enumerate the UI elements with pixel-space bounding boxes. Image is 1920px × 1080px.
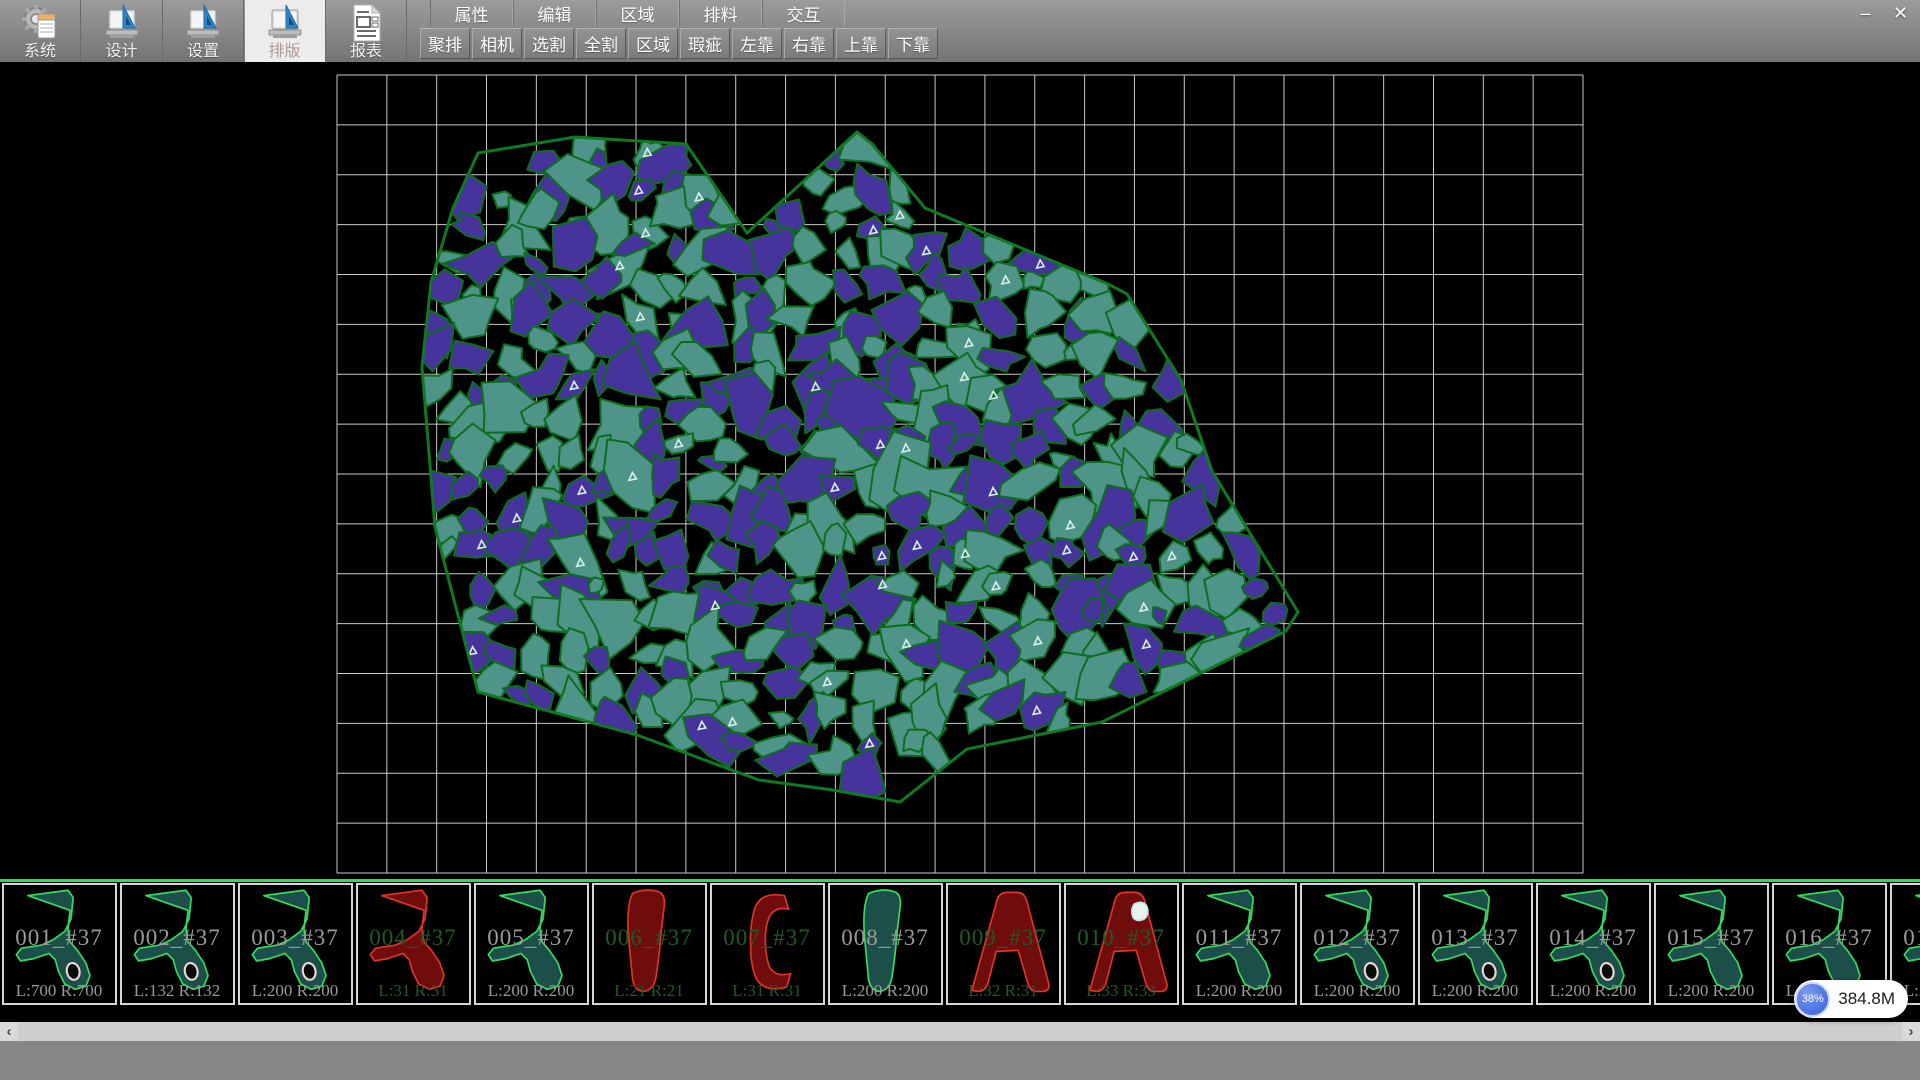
close-button[interactable]: ✕	[1883, 0, 1918, 26]
nested-pieces	[407, 112, 1289, 808]
thumbnail-piece[interactable]: 012_#37 L:200 R:200	[1300, 883, 1415, 1005]
piece-id-label: 004_#37	[358, 925, 469, 951]
canvas-svg	[0, 62, 1920, 879]
piece-id-label: 014_#37	[1538, 925, 1649, 951]
piece-id-label: 013_#37	[1420, 925, 1531, 951]
piece-lr-label: L:200 R:200	[476, 981, 587, 1001]
thumbnail-piece[interactable]: 013_#37 L:200 R:200	[1418, 883, 1533, 1005]
toolbar: 系统设计设置排版报表 属性编辑区域排料交互 聚排相机选割全割区域瑕疵左靠右靠上靠…	[0, 0, 1920, 62]
piece-lr-label: L:31 R:31	[358, 981, 469, 1001]
tool-button-cut-all[interactable]: 全割	[576, 28, 626, 59]
piece-lr-label: L:200 R:200	[240, 981, 351, 1001]
piece-id-label: 010_#37	[1066, 925, 1177, 951]
main-button-label: 设置	[187, 43, 219, 61]
main-button-report[interactable]: 报表	[326, 0, 407, 62]
laptop-ruler-icon	[265, 3, 305, 43]
menu-edit[interactable]: 编辑	[513, 0, 596, 26]
laptop-ruler-icon	[183, 3, 223, 43]
tool-button-snap-down[interactable]: 下靠	[888, 28, 938, 59]
piece-thumbnail-strip: 001_#37L:700 R:700002_#37L:132 R:132003_…	[0, 879, 1920, 1022]
piece-lr-label: L:33 R:33	[1066, 981, 1177, 1001]
menu-interact[interactable]: 交互	[762, 0, 845, 26]
footer-bar	[0, 1041, 1920, 1080]
piece-lr-label: L:132 R:132	[122, 981, 233, 1001]
piece-lr-label: L:200 R:200	[1302, 981, 1413, 1001]
piece-id-label: 002_#37	[122, 925, 233, 951]
tool-button-cluster-nest[interactable]: 聚排	[420, 28, 470, 59]
piece-lr-label: L:21 R:21	[594, 981, 705, 1001]
thumbnail-piece[interactable]: 014_#37 L:200 R:200	[1536, 883, 1651, 1005]
tool-button-camera[interactable]: 相机	[472, 28, 522, 59]
piece-id-label: 007_#37	[712, 925, 823, 951]
horizontal-scrollbar[interactable]: ‹ ›	[0, 1022, 1920, 1041]
main-button-label: 系统	[24, 43, 56, 61]
status-badge: 38% 384.8M	[1794, 980, 1908, 1018]
progress-circle: 38%	[1795, 982, 1830, 1017]
menu-nesting[interactable]: 排料	[679, 0, 762, 26]
piece-lr-label: L:200 R:200	[1538, 981, 1649, 1001]
nesting-canvas[interactable]	[0, 62, 1920, 879]
thumbnail-piece[interactable]: 008_#37 L:200 R:200	[828, 883, 943, 1005]
piece-lr-label: L:200 R:200	[1656, 981, 1767, 1001]
tool-button-defect[interactable]: 瑕疵	[680, 28, 730, 59]
main-button-label: 报表	[350, 43, 382, 61]
main-button-design[interactable]: 设计	[82, 0, 163, 62]
thumbnail-piece[interactable]: 003_#37 L:200 R:200	[238, 883, 353, 1005]
memory-usage-label: 384.8M	[1838, 989, 1895, 1009]
thumbnail-piece[interactable]: 007_#37 L:31 R:31	[710, 883, 825, 1005]
piece-id-label: 011_#37	[1184, 925, 1295, 951]
piece-id-label: 005_#37	[476, 925, 587, 951]
piece-id-label: 009_#37	[948, 925, 1059, 951]
piece-id-label: 016_#37	[1774, 925, 1885, 951]
laptop-ruler-icon	[102, 3, 142, 43]
main-button-label: 排版	[268, 43, 300, 61]
thumbnail-piece[interactable]: 004_#37 L:31 R:31	[356, 883, 471, 1005]
thumbnail-piece[interactable]: 010_#37 L:33 R:33	[1064, 883, 1179, 1005]
scroll-right-button[interactable]: ›	[1902, 1022, 1920, 1041]
tool-button-snap-up[interactable]: 上靠	[836, 28, 886, 59]
thumbnail-piece[interactable]: 015_#37 L:200 R:200	[1654, 883, 1769, 1005]
piece-id-label: 012_#37	[1302, 925, 1413, 951]
piece-lr-label: L:200 R:200	[1184, 981, 1295, 1001]
piece-id-label: 008_#37	[830, 925, 941, 951]
thumbnail-piece[interactable]: 009_#37 L:32 R:31	[946, 883, 1061, 1005]
main-button-label: 设计	[105, 43, 137, 61]
tool-button-bar: 聚排相机选割全割区域瑕疵左靠右靠上靠下靠	[420, 28, 940, 58]
piece-id-label: 006_#37	[594, 925, 705, 951]
minimize-button[interactable]: –	[1848, 0, 1883, 26]
application-window: 系统设计设置排版报表 属性编辑区域排料交互 聚排相机选割全割区域瑕疵左靠右靠上靠…	[0, 0, 1920, 1080]
gear-system-icon	[21, 3, 59, 43]
tool-button-snap-right[interactable]: 右靠	[784, 28, 834, 59]
window-controls: –✕	[1848, 0, 1918, 26]
piece-lr-label: L:200 R:200	[830, 981, 941, 1001]
thumbnail-piece[interactable]: 002_#37 L:132 R:132	[120, 883, 235, 1005]
menu-bar: 属性编辑区域排料交互	[430, 0, 845, 26]
piece-lr-label: L:200 R:200	[1420, 981, 1531, 1001]
tool-button-snap-left[interactable]: 左靠	[732, 28, 782, 59]
menu-region[interactable]: 区域	[596, 0, 679, 26]
piece-lr-label: L:700 R:700	[4, 981, 115, 1001]
thumbnail-piece[interactable]: 011_#37 L:200 R:200	[1182, 883, 1297, 1005]
tool-button-select-cut[interactable]: 选割	[524, 28, 574, 59]
main-button-layout[interactable]: 排版	[245, 0, 326, 62]
main-button-settings[interactable]: 设置	[163, 0, 244, 62]
piece-lr-label: L:32 R:31	[948, 981, 1059, 1001]
menu-properties[interactable]: 属性	[430, 0, 513, 26]
piece-id-label: 003_#37	[240, 925, 351, 951]
thumbnail-piece[interactable]: 005_#37 L:200 R:200	[474, 883, 589, 1005]
scroll-left-button[interactable]: ‹	[0, 1022, 18, 1041]
thumbnail-piece[interactable]: 006_#37 L:21 R:21	[592, 883, 707, 1005]
piece-id-label: 017_#37	[1892, 925, 1920, 951]
tool-button-region[interactable]: 区域	[628, 28, 678, 59]
thumbnail-piece[interactable]: 001_#37 L:700 R:700	[2, 883, 117, 1005]
piece-id-label: 001_#37	[4, 925, 115, 951]
piece-id-label: 015_#37	[1656, 925, 1767, 951]
piece-lr-label: L:31 R:31	[712, 981, 823, 1001]
report-doc-icon	[348, 3, 384, 43]
main-button-system[interactable]: 系统	[0, 0, 81, 62]
